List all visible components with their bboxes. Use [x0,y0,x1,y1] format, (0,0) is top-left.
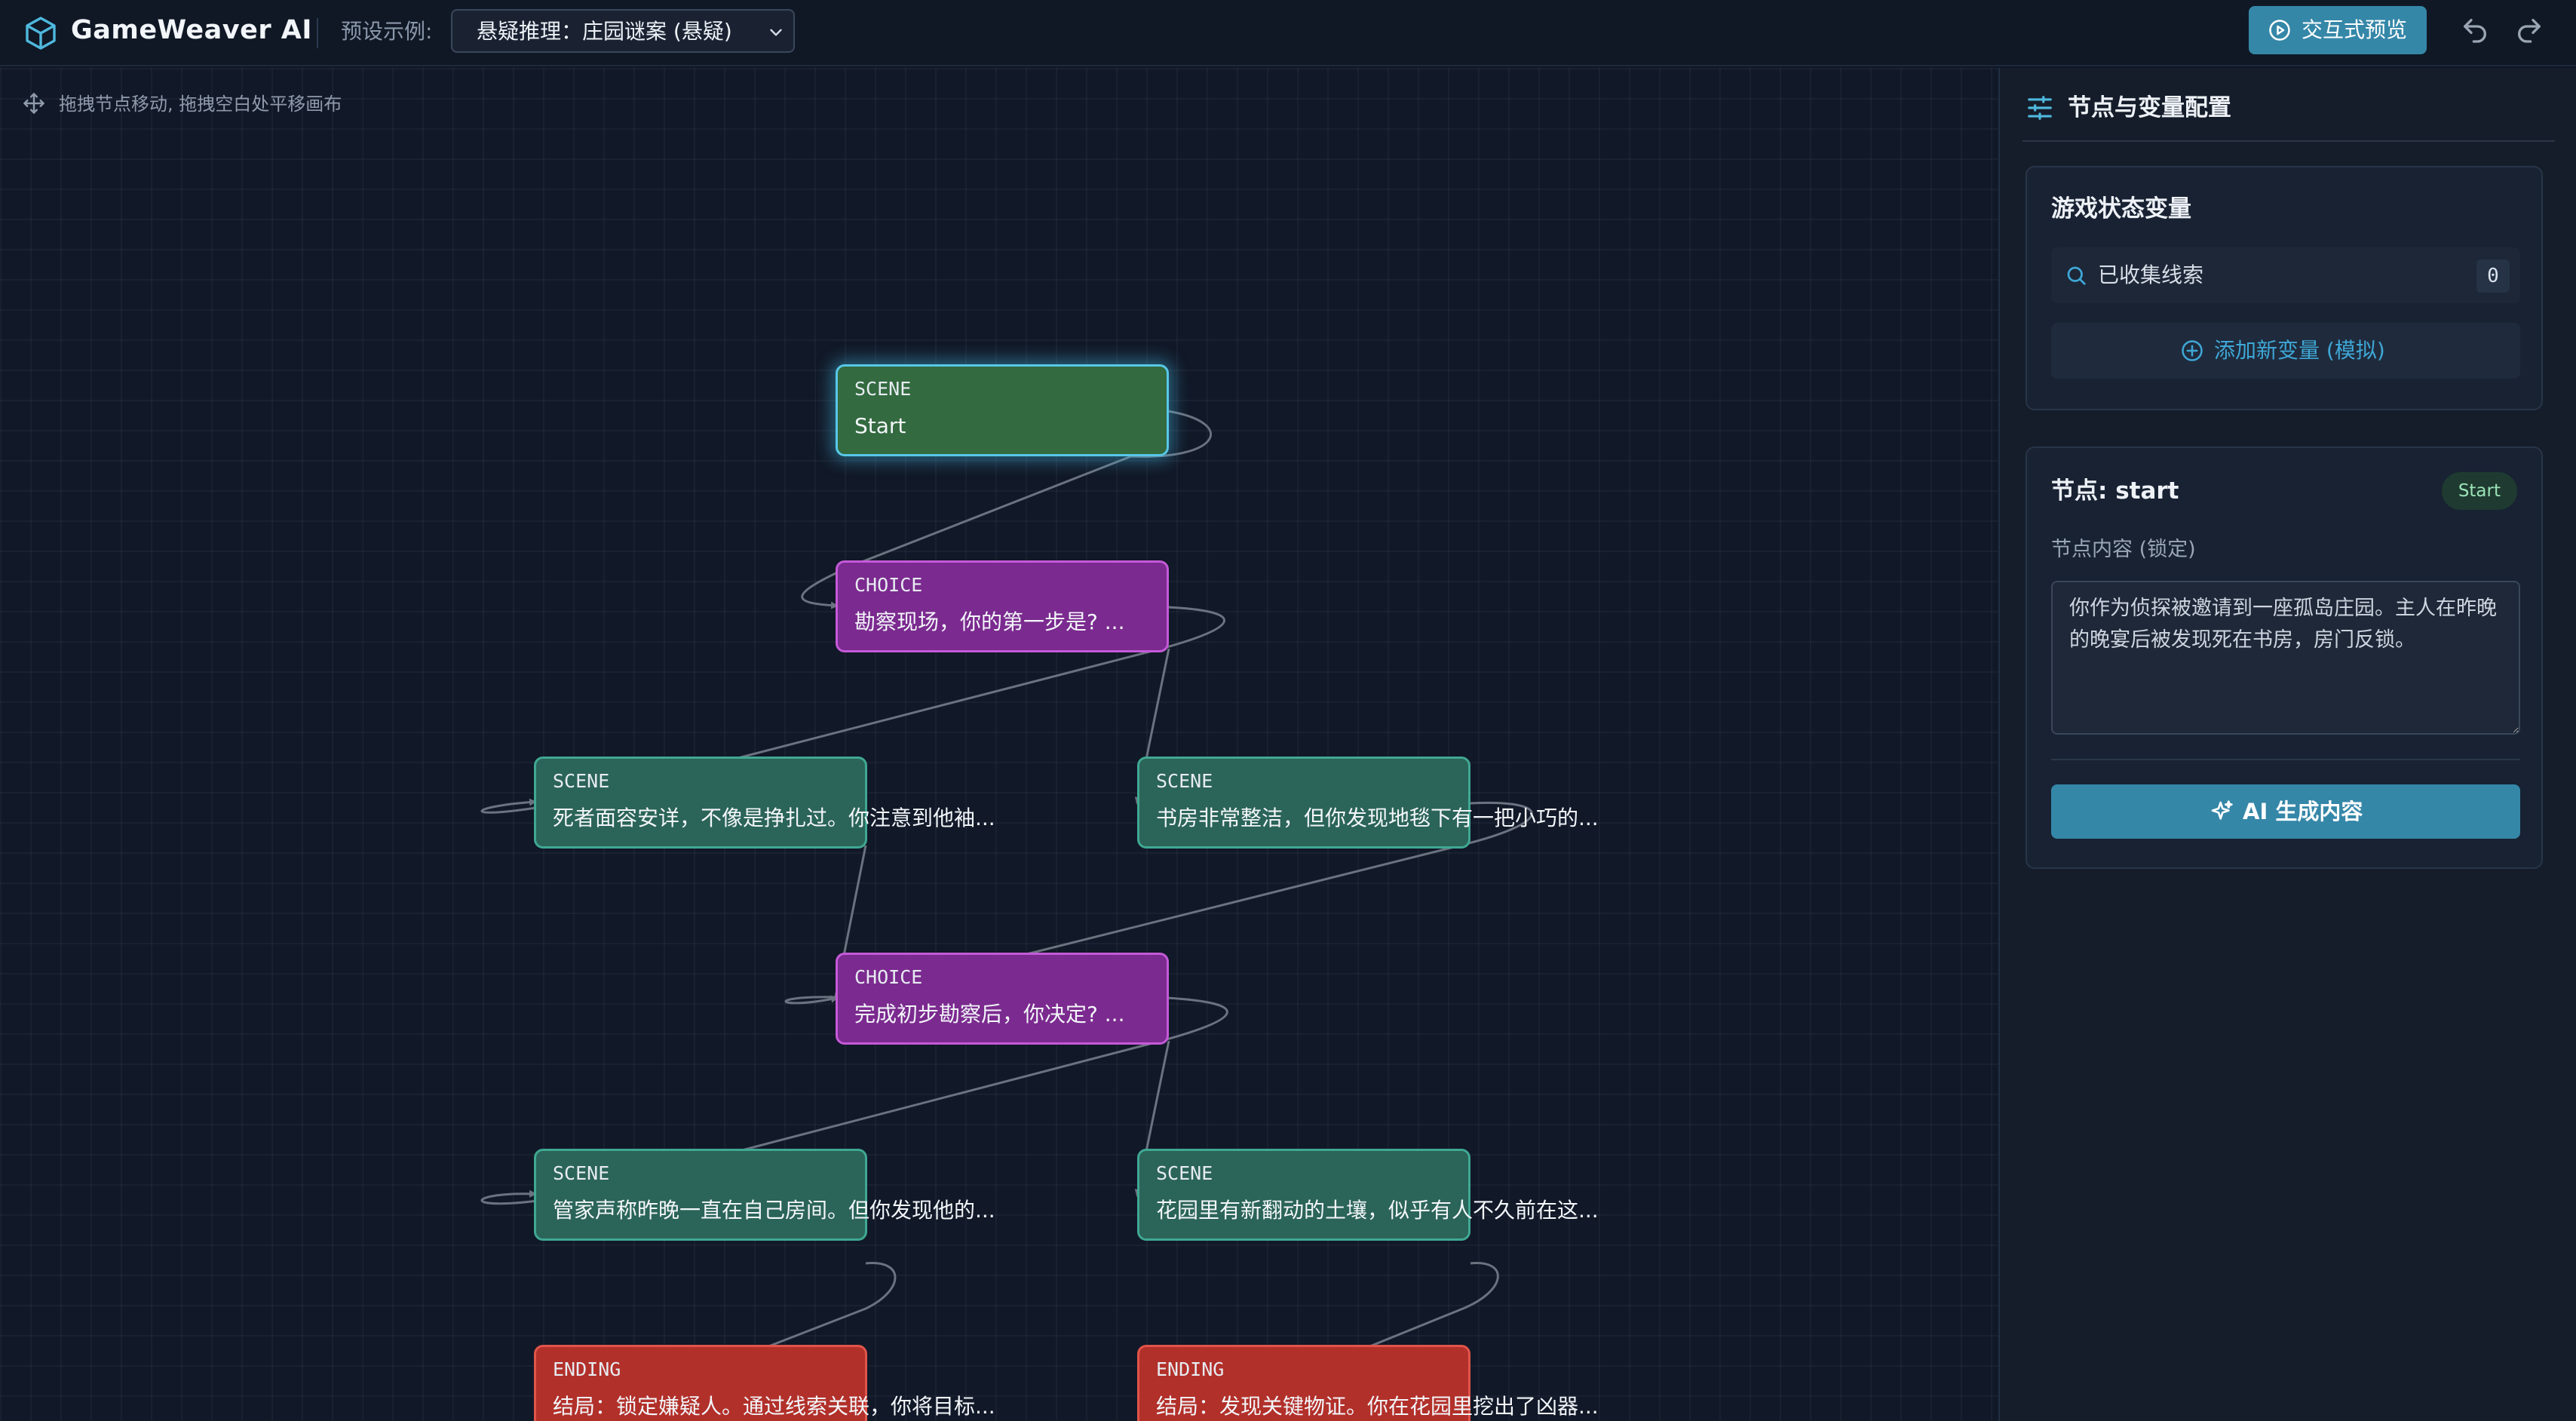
node-content-textarea[interactable]: 你作为侦探被邀请到一座孤岛庄园。主人在昨晚的晚宴后被发现死在书房，房门反锁。 [2051,581,2520,735]
node-type-label: SCENE [553,1162,610,1184]
flow-node-scene-garden[interactable]: SCENE 花园里有新翻动的土壤，似乎有人不久前在这... [1137,1149,1599,1241]
node-type-label: SCENE [1156,770,1213,792]
top-bar: GameWeaver AI 预设示例: 悬疑推理：庄园谜案 (悬疑) 交互式预览 [0,0,2576,66]
edge-layer [480,410,1533,1421]
preset-select-value: 悬疑推理：庄园谜案 (悬疑) [477,19,732,44]
plus-circle-icon [2182,340,2203,361]
node-type-badge: Start [2441,472,2517,510]
sparkles-icon [2211,800,2233,820]
config-panel: 节点与变量配置 游戏状态变量 已收集线索 0 添加新变量 (模拟) 节点: st… [1998,68,2576,1421]
node-type-label: ENDING [1156,1358,1225,1380]
flow-node-ending2[interactable]: ENDING 结局：发现关键物证。你在花园里挖出了凶器... [1137,1345,1599,1421]
preset-select[interactable]: 悬疑推理：庄园谜案 (悬疑) [451,9,795,53]
variable-value[interactable]: 0 [2476,259,2510,293]
node-config-card: 节点: start Start 节点内容 (锁定) 你作为侦探被邀请到一座孤岛庄… [2026,447,2543,869]
variables-heading: 游戏状态变量 [2051,195,2191,223]
node-type-label: SCENE [553,770,610,792]
variable-name: 已收集线索 [2098,262,2204,287]
interactive-preview-button[interactable]: 交互式预览 [2249,6,2427,54]
node-summary: Start [854,413,906,438]
flow-node-scene-study[interactable]: SCENE 书房非常整洁，但你发现地毯下有一把小巧的... [1137,757,1599,849]
node-summary: 死者面容安详，不像是挣扎过。你注意到他袖... [553,806,995,830]
node-type-label: ENDING [553,1358,621,1380]
cube-logo-icon [26,17,56,50]
variables-card: 游戏状态变量 已收集线索 0 添加新变量 (模拟) [2026,166,2543,410]
flow-node-choice1[interactable]: CHOICE 勘察现场，你的第一步是? ... [836,560,1169,652]
node-summary: 管家声称昨晚一直在自己房间。但你发现他的... [553,1198,995,1223]
flow-node-scene-body[interactable]: SCENE 死者面容安详，不像是挣扎过。你注意到他袖... [534,757,995,849]
play-circle-icon [2269,20,2290,41]
undo-icon[interactable] [2460,15,2490,45]
preset-label: 预设示例: [341,19,433,44]
flow-node-start[interactable]: SCENE Start [836,364,1169,456]
node-heading: 节点: start [2051,477,2179,505]
node-type-label: SCENE [1156,1162,1213,1184]
node-summary: 勘察现场，你的第一步是? ... [854,609,1125,634]
node-summary: 结局：发现关键物证。你在花园里挖出了凶器... [1156,1394,1599,1419]
node-summary: 书房非常整洁，但你发现地毯下有一把小巧的... [1156,806,1599,830]
add-variable-button[interactable]: 添加新变量 (模拟) [2051,323,2520,379]
ai-generate-button[interactable]: AI 生成内容 [2051,784,2520,839]
node-type-label: SCENE [854,378,912,400]
panel-divider [2022,140,2555,142]
node-summary: 结局：锁定嫌疑人。通过线索关联，你将目标... [553,1394,995,1419]
search-icon [2067,266,2086,285]
node-content-label: 节点内容 (锁定) [2051,538,2196,561]
ai-generate-label: AI 生成内容 [2243,799,2363,824]
node-type-label: CHOICE [854,574,923,596]
app-title: GameWeaver AI [71,15,312,45]
node-summary: 花园里有新翻动的土壤，似乎有人不久前在这... [1156,1198,1599,1223]
interactive-preview-label: 交互式预览 [2302,17,2408,42]
redo-icon[interactable] [2514,15,2544,45]
flow-node-ending1[interactable]: ENDING 结局：锁定嫌疑人。通过线索关联，你将目标... [534,1345,995,1421]
sliders-icon [2028,96,2052,120]
flow-canvas[interactable]: 拖拽节点移动, 拖拽空白处平移画布 SCENE Start CHOICE 勘察现… [0,68,1998,1421]
panel-title: 节点与变量配置 [2068,94,2231,121]
header-divider [317,18,318,48]
node-summary: 完成初步勘察后，你决定? ... [854,1002,1125,1027]
flow-node-scene-butler[interactable]: SCENE 管家声称昨晚一直在自己房间。但你发现他的... [534,1149,995,1241]
variable-row[interactable]: 已收集线索 0 [2051,247,2520,303]
add-variable-label: 添加新变量 (模拟) [2214,338,2385,363]
chevron-down-icon [770,29,782,36]
node-type-label: CHOICE [854,966,923,988]
node-card-divider [2051,759,2520,760]
flow-node-choice2[interactable]: CHOICE 完成初步勘察后，你决定? ... [836,953,1169,1045]
